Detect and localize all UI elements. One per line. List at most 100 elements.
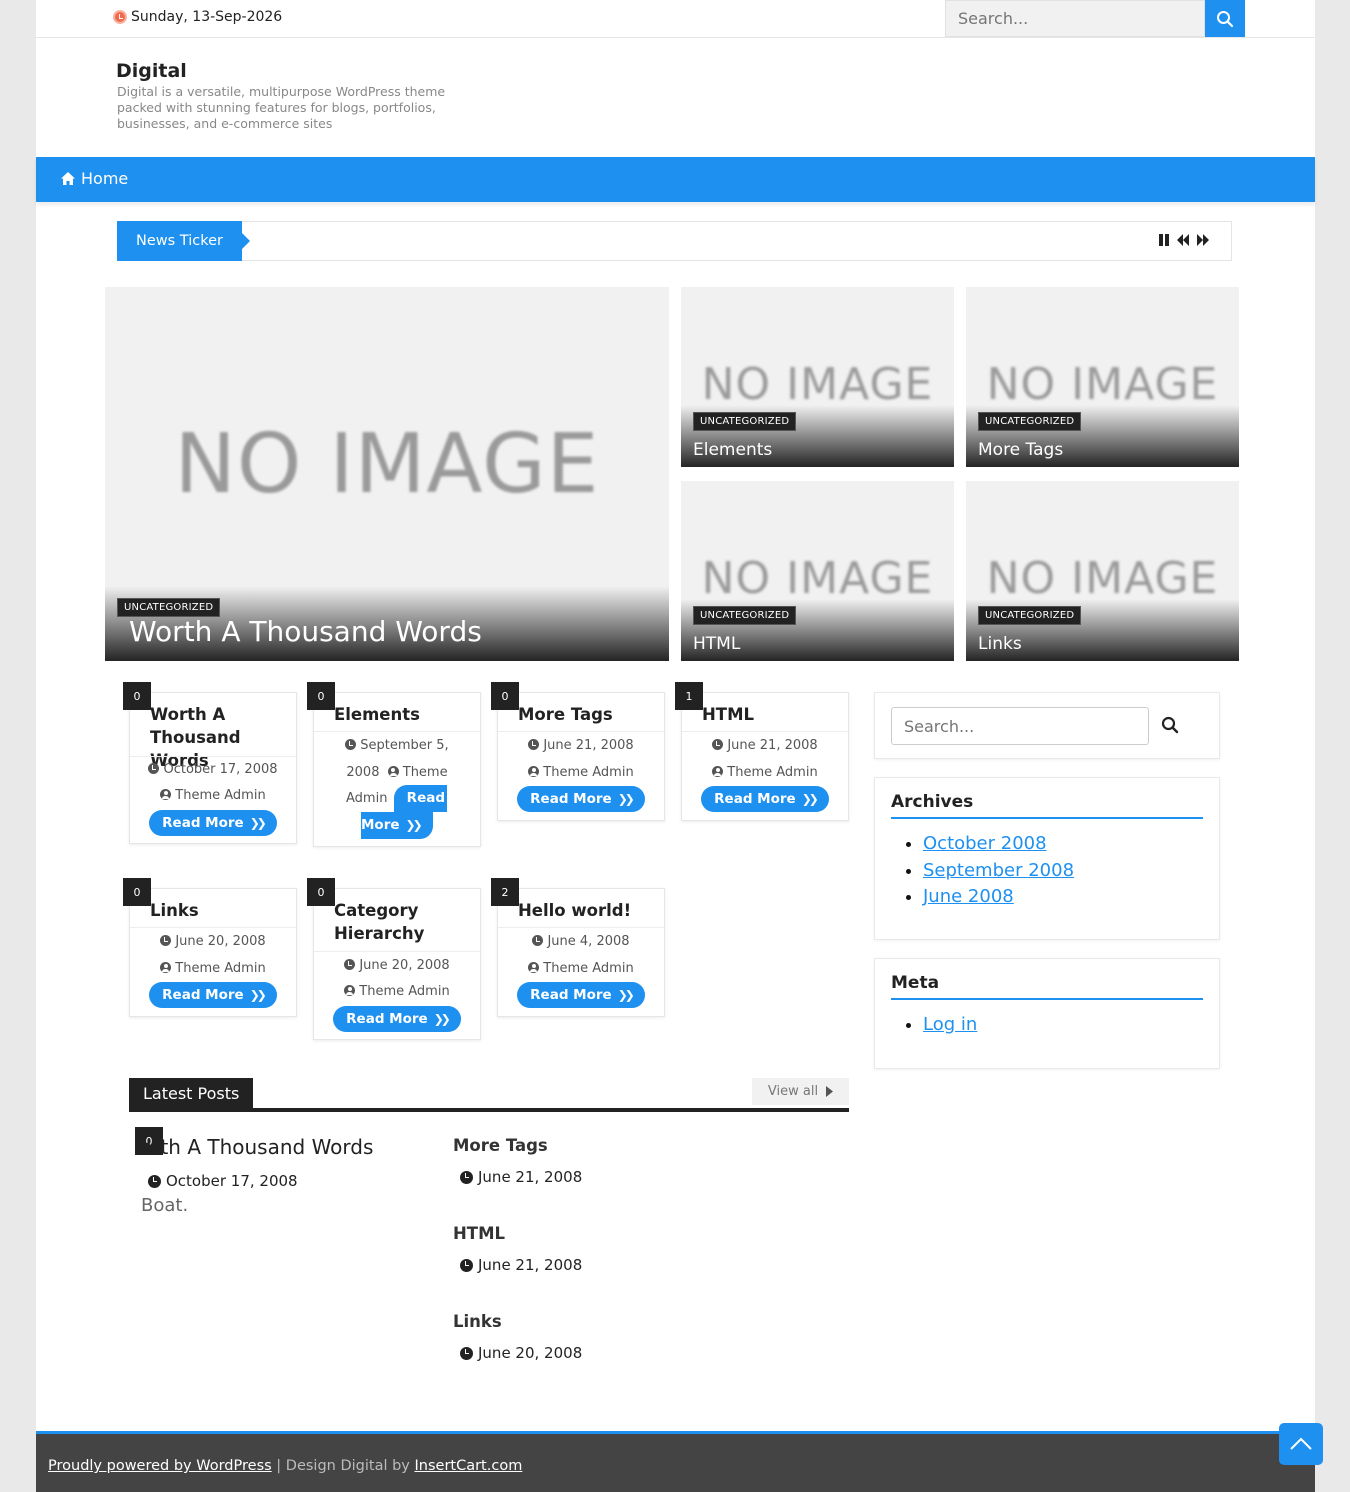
clock-icon [460, 1346, 473, 1360]
hero-tile-post[interactable]: NO IMAGE UNCATEGORIZED HTML [681, 481, 954, 661]
user-icon [528, 766, 540, 777]
hero-main-post[interactable]: NO IMAGE UNCATEGORIZED Worth A Thousand … [105, 287, 669, 661]
clock-icon [113, 10, 127, 24]
archive-link[interactable]: June 2008 [923, 886, 1014, 907]
latest-post-title[interactable]: More Tags [453, 1136, 548, 1155]
clock-icon [712, 739, 724, 750]
post-author-text[interactable]: Theme Admin [543, 961, 633, 976]
widget-title: Archives [891, 792, 974, 812]
post-date-text: June 20, 2008 [175, 934, 266, 949]
hero-tile-post[interactable]: NO IMAGE UNCATEGORIZED More Tags [966, 287, 1239, 467]
hero-tile-post[interactable]: NO IMAGE UNCATEGORIZED Elements [681, 287, 954, 467]
next-icon[interactable] [1196, 234, 1209, 246]
category-badge[interactable]: UNCATEGORIZED [693, 606, 797, 625]
post-author-text[interactable]: Theme Admin [175, 961, 265, 976]
comment-count-badge[interactable]: 0 [307, 682, 335, 710]
post-title[interactable]: More Tags [518, 703, 660, 726]
comment-count-badge[interactable]: 1 [675, 682, 703, 710]
insertcart-link[interactable]: InsertCart.com [415, 1458, 523, 1474]
hero-tile-title[interactable]: Elements [693, 440, 772, 460]
post-title[interactable]: Category Hierarchy [334, 899, 476, 945]
hero-tile-title[interactable]: Links [978, 634, 1022, 654]
chevron-double-right-icon: ❯❯ [249, 816, 267, 830]
comment-count-badge[interactable]: 0 [123, 878, 151, 906]
post-card: More Tags June 21, 2008 Theme Admin Read… [497, 692, 665, 821]
news-ticker: News Ticker [117, 221, 1232, 261]
sidebar-search-input[interactable] [891, 707, 1149, 745]
comment-count-badge[interactable]: 2 [491, 878, 519, 906]
top-search-button[interactable] [1205, 0, 1245, 37]
post-title[interactable]: HTML [702, 703, 844, 726]
hero-tile-title[interactable]: HTML [693, 634, 740, 654]
read-more-button[interactable]: Read More ❯❯ [701, 786, 829, 812]
archive-link[interactable]: October 2008 [923, 833, 1047, 854]
news-ticker-label: News Ticker [117, 221, 250, 261]
search-icon[interactable] [1161, 716, 1179, 734]
hero-main-title[interactable]: Worth A Thousand Words [129, 615, 482, 648]
post-author: Theme Admin [130, 956, 296, 982]
category-badge[interactable]: UNCATEGORIZED [978, 412, 1082, 431]
nav-item-home-label: Home [81, 169, 129, 188]
post-title[interactable]: Elements [334, 703, 476, 726]
clock-icon [148, 1174, 161, 1188]
date-text: June 21, 2008 [478, 1168, 583, 1186]
post-author-text[interactable]: Theme [403, 765, 448, 780]
read-more-button[interactable]: Read More ❯❯ [149, 810, 277, 836]
view-all-button[interactable]: View all [752, 1078, 849, 1105]
scroll-to-top-button[interactable] [1279, 1423, 1323, 1465]
archive-link[interactable]: September 2008 [923, 860, 1074, 881]
read-more-button[interactable]: Read [394, 785, 447, 812]
post-date-text: October 17, 2008 [163, 762, 278, 777]
post-author-text-cont[interactable]: Admin [346, 786, 387, 812]
read-more-button[interactable]: Read More ❯❯ [333, 1006, 461, 1032]
category-badge[interactable]: UNCATEGORIZED [978, 606, 1082, 625]
post-card: Worth A Thousand Words October 17, 2008 … [129, 692, 297, 844]
post-author: Theme Admin [498, 760, 664, 786]
read-more-button-cont[interactable]: More ❯❯ [361, 812, 433, 839]
latest-featured-title[interactable]: orth A Thousand Words [140, 1135, 373, 1159]
divider [498, 927, 664, 928]
latest-post-title[interactable]: HTML [453, 1224, 505, 1243]
latest-featured-date: October 17, 2008 [148, 1172, 298, 1190]
post-author: Theme Admin [130, 783, 296, 809]
post-author-text[interactable]: Theme Admin [359, 984, 449, 999]
chevron-double-right-icon: ❯❯ [433, 1012, 451, 1026]
prev-icon[interactable] [1177, 234, 1190, 246]
wordpress-link[interactable]: Proudly powered by WordPress [48, 1458, 272, 1474]
hero-tile-post[interactable]: NO IMAGE UNCATEGORIZED Links [966, 481, 1239, 661]
login-link[interactable]: Log in [923, 1014, 977, 1035]
archive-item[interactable]: September 2008 [923, 858, 1074, 885]
post-author-text[interactable]: Theme Admin [175, 788, 265, 803]
read-more-button[interactable]: Read More ❯❯ [517, 786, 645, 812]
comment-count-badge[interactable]: 0 [491, 682, 519, 710]
post-date-text: June 20, 2008 [359, 958, 450, 973]
post-author-text[interactable]: Theme Admin [543, 765, 633, 780]
no-image-placeholder: NO IMAGE [701, 553, 934, 604]
comment-count-badge[interactable]: 0 [123, 682, 151, 710]
post-author: Theme Admin [682, 760, 848, 786]
archive-item[interactable]: June 2008 [923, 884, 1074, 911]
post-card: Category Hierarchy June 20, 2008 Theme Ad… [313, 888, 481, 1040]
read-more-button[interactable]: Read More ❯❯ [517, 982, 645, 1008]
sidebar-archives-widget: Archives October 2008 September 2008 Jun… [874, 777, 1220, 940]
comment-count-badge[interactable]: 0 [307, 878, 335, 906]
post-author-text[interactable]: Theme Admin [727, 765, 817, 780]
site-title[interactable]: Digital [116, 60, 187, 82]
read-more-label: Read More [162, 987, 244, 1003]
arrow-up-icon [1290, 1437, 1312, 1450]
top-search-input[interactable] [945, 0, 1205, 37]
post-card: Links June 20, 2008 Theme Admin Read Mor… [129, 888, 297, 1017]
nav-item-home[interactable]: Home [60, 169, 128, 188]
view-all-label: View all [767, 1084, 819, 1099]
pause-icon[interactable] [1158, 234, 1171, 246]
footer-credits: Proudly powered by WordPress | Design Di… [48, 1458, 522, 1474]
post-date: June 21, 2008 [498, 733, 664, 759]
latest-post-title[interactable]: Links [453, 1312, 502, 1331]
archive-item[interactable]: October 2008 [923, 831, 1074, 858]
hero-tile-title[interactable]: More Tags [978, 440, 1063, 460]
post-title[interactable]: Links [150, 899, 292, 922]
category-badge[interactable]: UNCATEGORIZED [693, 412, 797, 431]
meta-item[interactable]: Log in [923, 1012, 977, 1039]
post-title[interactable]: Hello world! [518, 899, 660, 922]
read-more-button[interactable]: Read More ❯❯ [149, 982, 277, 1008]
